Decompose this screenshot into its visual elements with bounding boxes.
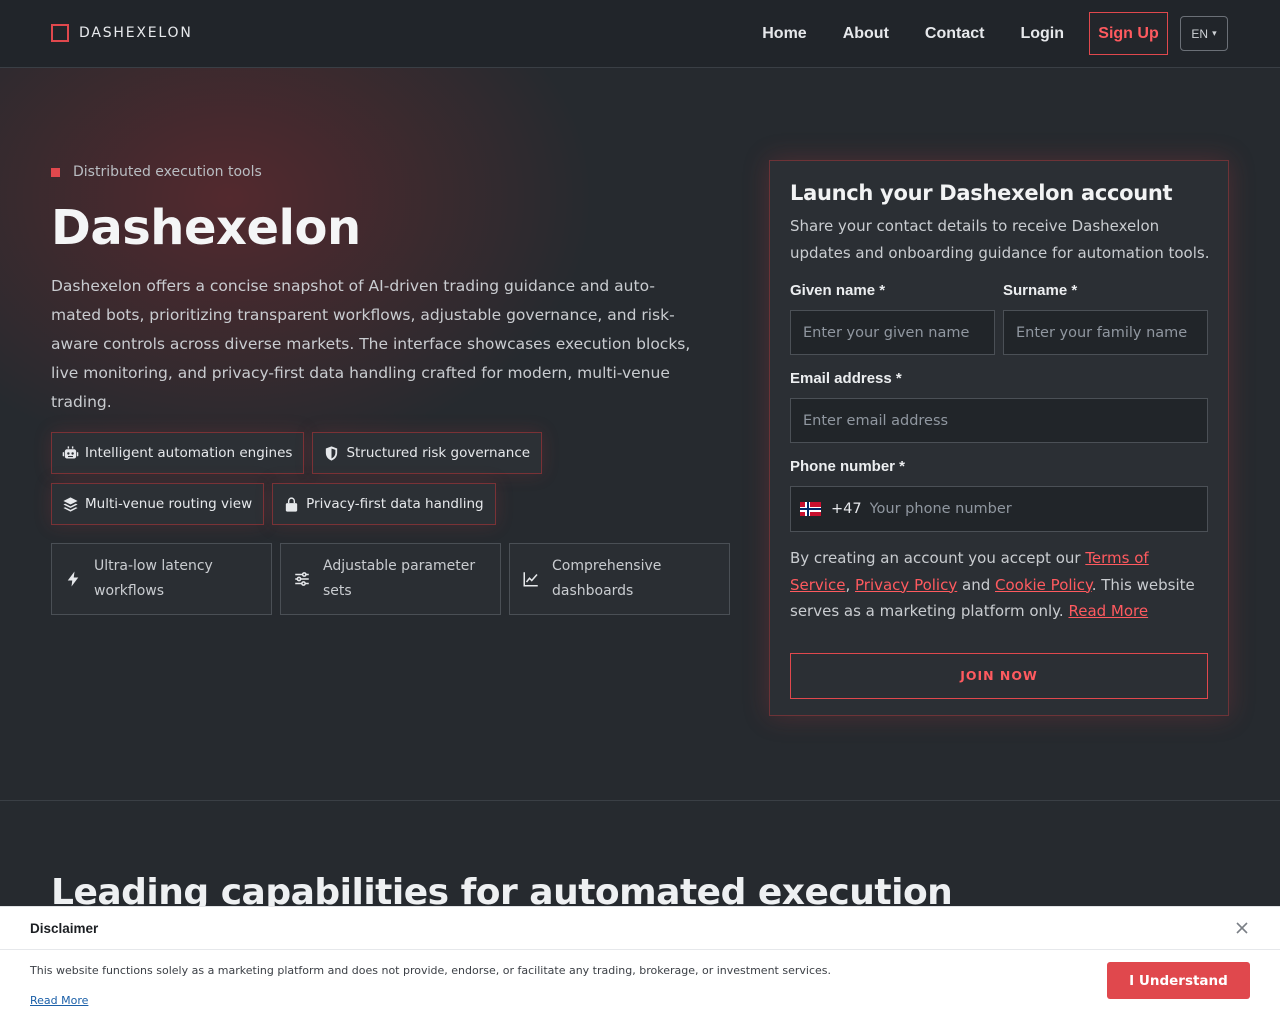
pill-routing: Multi-venue routing view [51, 483, 265, 525]
form-title: Launch your Dashexelon account [790, 181, 1173, 205]
hero-section: Distributed execution tools Dashexelon D… [0, 68, 1280, 801]
nav-login[interactable]: Login [1020, 25, 1064, 43]
read-more-link[interactable]: Read More [1068, 602, 1148, 620]
pill-label: Intelligent automation engines [85, 445, 293, 461]
terms-prefix: By creating an account you accept our [790, 549, 1086, 567]
norway-flag-icon[interactable] [800, 502, 821, 516]
pill-automation: Intelligent automation engines [51, 432, 305, 474]
email-label: Email address * [790, 370, 902, 387]
brand-name: DASHEXELON [79, 25, 193, 41]
feature-card-latency: Ultra-low latency workflows [51, 543, 272, 615]
logo-square-icon [51, 24, 69, 42]
feature-label: Adjustable parameter sets [323, 558, 476, 599]
phone-input-wrapper: +47 [790, 486, 1208, 532]
disclaimer-banner: Disclaimer This website functions solely… [0, 906, 1280, 1024]
sliders-icon [295, 572, 309, 586]
disclaimer-text: This website functions solely as a marke… [30, 964, 831, 977]
pill-risk-governance: Structured risk governance [312, 432, 543, 474]
chart-line-icon [523, 572, 538, 587]
pill-label: Multi-venue routing view [85, 496, 253, 512]
language-label: EN [1191, 26, 1209, 41]
eyebrow-text: Distributed execution tools [73, 164, 262, 180]
feature-card-dashboards: Comprehensive dashboards [509, 543, 730, 615]
phone-country-code[interactable]: +47 [831, 501, 862, 517]
feature-label: Comprehensive dashboards [552, 558, 662, 599]
pill-label: Structured risk governance [346, 445, 531, 461]
terms-and: and [957, 575, 995, 594]
name-row: Given name * Surname * [790, 282, 1208, 355]
brand-logo[interactable]: DASHEXELON [51, 24, 193, 42]
hero-title: Dashexelon [51, 200, 361, 256]
feature-card-parameters: Adjustable parameter sets [280, 543, 501, 615]
nav-contact[interactable]: Contact [925, 25, 985, 43]
surname-input[interactable] [1003, 310, 1208, 355]
chevron-down-icon: ▾ [1212, 28, 1217, 38]
bolt-icon [67, 571, 79, 587]
form-subtitle: Share your contact details to receive Da… [790, 217, 1210, 262]
disclaimer-title: Disclaimer [30, 920, 99, 936]
hero-eyebrow: Distributed execution tools [51, 164, 262, 180]
site-header: DASHEXELON Home About Contact Login Sign… [0, 0, 1280, 68]
close-icon[interactable] [1234, 920, 1250, 936]
terms-text: By creating an account you accept our Te… [790, 545, 1210, 625]
privacy-policy-link[interactable]: Privacy Policy [855, 576, 957, 594]
cookie-policy-link[interactable]: Cookie Policy [995, 576, 1092, 594]
main-nav: Home About Contact Login Sign Up EN ▾ [762, 12, 1228, 55]
robot-icon [62, 445, 79, 458]
join-now-button[interactable]: JOIN NOW [790, 652, 1208, 699]
disclaimer-read-more-link[interactable]: Read More [30, 994, 88, 1007]
hero-description: Dashexelon offers a concise snapshot of … [51, 277, 691, 411]
email-input[interactable] [790, 398, 1208, 443]
feature-label: Ultra-low latency workflows [94, 558, 213, 599]
given-name-input[interactable] [790, 310, 995, 355]
signup-button[interactable]: Sign Up [1089, 12, 1168, 55]
surname-label: Surname * [1003, 282, 1078, 299]
disclaimer-header: Disclaimer [0, 907, 1280, 950]
given-name-label: Given name * [790, 282, 886, 299]
phone-label: Phone number * [790, 458, 906, 475]
pill-privacy: Privacy-first data handling [272, 483, 496, 525]
nav-home[interactable]: Home [762, 25, 806, 43]
feature-cards: Ultra-low latency workflows Adjustable p… [51, 543, 730, 615]
phone-field: Phone number * +47 [790, 458, 1208, 532]
surname-field: Surname * [1003, 282, 1208, 355]
i-understand-button[interactable]: I Understand [1107, 962, 1250, 999]
pill-label: Privacy-first data handling [306, 496, 484, 512]
eyebrow-square-icon [51, 167, 60, 177]
shield-icon [326, 445, 338, 461]
email-field: Email address * [790, 370, 1208, 443]
nav-about[interactable]: About [843, 25, 889, 43]
given-name-field: Given name * [790, 282, 995, 355]
feature-pills: Intelligent automation engines Structure… [51, 432, 571, 525]
language-selector[interactable]: EN ▾ [1180, 16, 1228, 51]
lock-icon [285, 496, 298, 512]
terms-comma: , [845, 575, 851, 594]
layers-icon [63, 496, 78, 512]
signup-form-card: Launch your Dashexelon account Share you… [769, 160, 1229, 716]
phone-input[interactable] [869, 487, 1207, 531]
